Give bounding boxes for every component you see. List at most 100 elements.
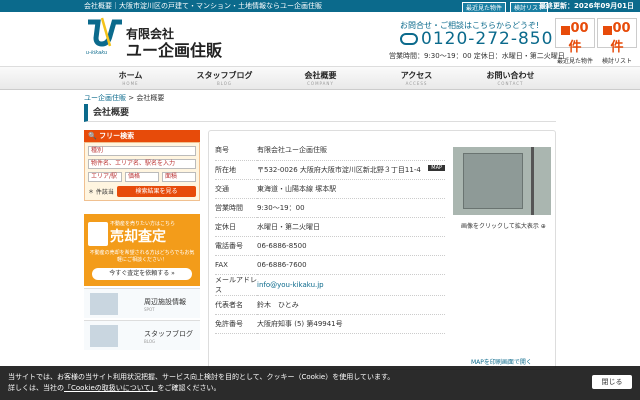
row-key: 電話番号 [215,236,257,256]
keyword-input[interactable]: 物件名、エリア名、駅名を入力 [88,159,196,169]
cookie-policy-link[interactable]: 「Cookieの取扱いについて」 [64,384,158,392]
recent-count: 00件 [568,21,589,55]
breadcrumb-current: 会社概要 [136,94,165,102]
search-title-text: フリー検索 [99,132,135,140]
sale-text: 不動産の売却を希望される方はどちらでもお気軽にご相談ください！ [89,250,195,263]
table-row: 電話番号 06-6886-8500 [215,236,445,256]
row-value: 大阪府知事 (5) 第49941号 [257,314,445,334]
company-name: ユー企画住販 [126,41,223,60]
nav-contact[interactable]: お問い合わせ CONTACT [468,70,553,86]
row-key: 交通 [215,179,257,199]
phone-text: 0120-272-850 [421,29,554,49]
recent-label: 最近見た物件 [556,58,593,65]
sale-request-button[interactable]: 今すぐ査定を依頼する » [92,268,192,280]
breadcrumb: ユー企画住販 > 会社概要 [84,93,164,103]
recent-viewed-button[interactable]: 00件 最近見た物件 [555,18,595,65]
row-key: 免許番号 [215,314,257,334]
spot-en: SPOT [144,307,155,312]
photo-caption: 画像をクリックして拡大表示 ⊕ [461,221,546,230]
sidebar-search: 🔍 フリー検索 種別 物件名、エリア名、駅名を入力 エリア/駅 価格 面積 ＊ … [84,130,200,201]
spot-label: 周辺施設情報 [144,298,186,306]
row-key: 営業時間 [215,198,257,218]
freedial-icon [400,33,418,45]
logo-icon[interactable]: u-kikaku [84,16,124,56]
nav-home-en: HOME [122,81,139,86]
spot-banner[interactable]: 周辺施設情報 SPOT [84,288,200,318]
row-key: 代表者名 [215,295,257,315]
photo-caption-text: 画像をクリックして拡大表示 [461,223,539,230]
nav-home[interactable]: ホーム HOME [88,70,173,86]
row-value: 鈴木 ひとみ [257,295,445,315]
type-select[interactable]: 種別 [88,146,196,156]
page-title: 会社概要 [84,104,556,122]
nav-access-label: アクセス [400,71,433,80]
table-row: 代表者名 鈴木 ひとみ [215,295,445,315]
sale-assessment-banner[interactable]: 不動産を売りたい方はこちら 売却査定 不動産の売却を希望される方はどちらでもお気… [84,214,200,286]
table-row: 営業時間 9:30〜19：00 [215,198,445,218]
nav-contact-en: CONTACT [497,81,524,86]
row-value: 9:30〜19：00 [257,198,445,218]
breadcrumb-home[interactable]: ユー企画住販 [84,94,126,102]
row-key: メールアドレス [215,274,257,296]
cookie-close-button[interactable]: 閉じる [592,375,632,389]
table-row: 商号 有限会社ユー企画住販 [215,141,445,161]
top-bar-text: 会社概要｜大阪市淀川区の戸建て・マンション・土地情報ならユー企画住販 [84,2,322,10]
nav-access[interactable]: アクセス ACCESS [374,70,459,86]
logo-text: u-kikaku [86,50,107,56]
cookie-post: をご確認ください。 [157,384,221,392]
result-row: ＊ 件該当 検索結果を見る [88,185,196,197]
print-map-link[interactable]: MAPを印刷画面で開く [471,357,532,366]
cookie-text-2: 詳しくは、当社の「Cookieの取扱いについて」をご確認ください。 [8,383,632,394]
list-label: 検討リスト [601,58,632,65]
nav-company[interactable]: 会社概要 COMPANY [278,70,363,86]
list-count: 00件 [610,21,631,55]
sale-title: 売却査定 [110,229,166,245]
nav-access-en: ACCESS [405,81,428,86]
last-updated: 最終更新：2026年09月01日 [539,2,634,10]
nav-contact-label: お問い合わせ [486,71,535,80]
phone-number[interactable]: 0120-272-850 [400,29,553,49]
top-bar: 会社概要｜大阪市淀川区の戸建て・マンション・土地情報ならユー企画住販 最近見た物… [0,0,640,16]
search-title: 🔍 フリー検索 [84,130,200,142]
blog-label: スタッフブログ [144,330,193,338]
row-key: 定休日 [215,217,257,237]
nav-blog-label: スタッフブログ [196,71,253,80]
pole-image [531,147,534,215]
nav-blog[interactable]: スタッフブログ BLOG [182,70,267,86]
zoom-icon: ⊕ [540,223,546,230]
row-value: 有限会社ユー企画住販 [257,141,445,161]
header-counters: 00件 最近見た物件 00件 検討リスト [555,18,637,65]
table-row: メールアドレス info@you-kikaku.jp [215,274,445,296]
size-select[interactable]: 面積 [162,172,196,182]
price-select[interactable]: 価格 [125,172,159,182]
laptop-icon [90,325,118,347]
nav-company-label: 会社概要 [304,71,337,80]
search-button[interactable]: 検索結果を見る [116,186,196,197]
building-image [463,153,523,209]
nav-blog-en: BLOG [216,81,233,86]
email-link[interactable]: info@you-kikaku.jp [257,274,445,296]
cookie-text-1: 当サイトでは、お客様の当サイト利用状況把握、サービス向上検討を目的として、クッキ… [8,373,395,381]
search-icon: 🔍 [88,132,97,140]
blog-banner[interactable]: スタッフブログ BLOG [84,320,200,350]
area-select[interactable]: エリア/駅 [88,172,122,182]
nav-home-label: ホーム [118,71,143,80]
row-value: 06-6886-7600 [257,255,445,275]
row-value: 06-6886-8500 [257,236,445,256]
row-key: 所在地 [215,160,257,180]
row-key: FAX [215,255,257,275]
table-row: 定休日 水曜日・第二火曜日 [215,217,445,237]
row-value: MAP 〒532-0026 大阪府大阪市淀川区新北野３丁目11-4 [257,160,445,180]
store-photo[interactable] [453,147,551,215]
review-list-button[interactable]: 00件 検討リスト [597,18,637,65]
calculator-icon [88,222,108,246]
row-value: 東海道・山陽本線 塚本駅 [257,179,445,199]
map-button[interactable]: MAP [428,164,445,171]
result-count: ＊ 件該当 [88,189,114,196]
company-table: 商号 有限会社ユー企画住販 所在地 MAP 〒532-0026 大阪府大阪市淀川区新北… [215,141,445,334]
blog-en: BLOG [144,339,156,344]
cookie-banner: 当サイトでは、お客様の当サイト利用状況把握、サービス向上検討を目的として、クッキ… [0,366,640,400]
address-text: 〒532-0026 大阪府大阪市淀川区新北野３丁目11-4 [257,165,421,174]
row-key: 商号 [215,141,257,161]
breadcrumb-separator: > [128,94,135,102]
